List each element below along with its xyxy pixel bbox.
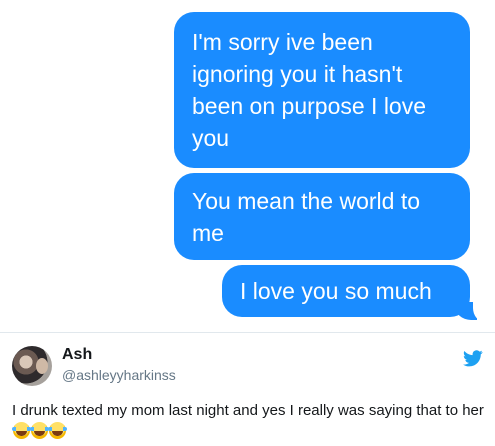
twitter-bird-icon[interactable] xyxy=(463,350,483,367)
message-bubble: I'm sorry ive been ignoring you it hasn'… xyxy=(174,12,470,168)
face-with-tears-of-joy-icon xyxy=(30,422,49,439)
message-text: I love you so much xyxy=(240,278,432,304)
tweet-body: I drunk texted my mom last night and yes… xyxy=(12,402,484,419)
message-bubble: I love you so much xyxy=(222,265,470,317)
message-text: I'm sorry ive been ignoring you it hasn'… xyxy=(192,29,427,151)
message-bubble: You mean the world to me xyxy=(174,173,470,260)
imessage-screenshot: I'm sorry ive been ignoring you it hasn'… xyxy=(0,0,495,332)
avatar[interactable] xyxy=(12,346,52,386)
tweet-card: Ash @ashleyyharkinss I drunk texted my m… xyxy=(0,333,495,446)
tweet-author-name[interactable]: Ash xyxy=(62,346,92,364)
tweet-text: I drunk texted my mom last night and yes… xyxy=(12,400,490,442)
face-with-tears-of-joy-icon xyxy=(48,422,67,439)
message-text: You mean the world to me xyxy=(192,187,421,246)
tweet-author-handle[interactable]: @ashleyyharkinss xyxy=(62,367,176,383)
face-with-tears-of-joy-icon xyxy=(12,422,31,439)
